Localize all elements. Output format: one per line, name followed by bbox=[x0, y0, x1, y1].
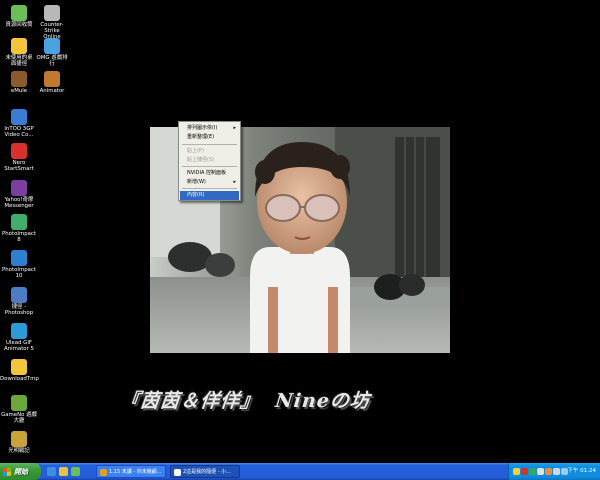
photoimpact-8-icon bbox=[11, 214, 27, 230]
desktop-icon[interactable]: Yahoo!奇摩 Messenger bbox=[0, 180, 38, 209]
context-menu-separator bbox=[182, 166, 237, 167]
photoimpact-10-icon bbox=[11, 250, 27, 266]
context-menu-item[interactable]: 貼上捷徑(S) bbox=[180, 156, 239, 165]
desktop-icon[interactable]: OMG 遊戲排 行 bbox=[33, 38, 71, 67]
desktop-icon-label: PhotoImpact 10 bbox=[1, 267, 37, 279]
desktop-icon[interactable]: 光明戰記 bbox=[0, 431, 38, 454]
desktop-icon-label: GameNo 遊戲 大廳 bbox=[1, 412, 37, 424]
context-menu-separator bbox=[182, 144, 237, 145]
desktop-context-menu: 排列圖示依(I) ▸ 重新整理(E) 貼上(P) 貼上捷徑(S) NVIDIA 控制面板新… bbox=[178, 121, 241, 201]
taskbar-button-label: 1.15 未讀 - 你未機顧... bbox=[109, 469, 162, 475]
folder-icon bbox=[11, 359, 27, 375]
context-menu-item-label: 貼上捷徑(S) bbox=[187, 157, 215, 163]
outlook-icon[interactable] bbox=[59, 467, 68, 476]
desktop-icon[interactable]: 捷徑 - Photoshop bbox=[0, 287, 38, 316]
start-button[interactable]: 開始 bbox=[0, 463, 41, 480]
ie-icon[interactable] bbox=[47, 467, 56, 476]
game-icon bbox=[11, 431, 27, 447]
context-menu-item-label: 重新整理(E) bbox=[187, 134, 215, 140]
desktop-icon[interactable]: PhotoImpact 8 bbox=[0, 214, 38, 243]
tray-icon-3[interactable] bbox=[529, 468, 536, 475]
intoo-video-icon bbox=[11, 109, 27, 125]
photoshop-icon bbox=[11, 287, 27, 303]
ulead-gif-icon bbox=[11, 323, 27, 339]
desktop-icon-label: Yahoo!奇摩 Messenger bbox=[4, 197, 34, 209]
desktop-icon[interactable]: InTOO 3GP Video Co... bbox=[0, 109, 38, 138]
context-menu-item[interactable]: 排列圖示依(I) ▸ bbox=[180, 124, 239, 133]
context-menu-item-label: 貼上(P) bbox=[187, 148, 204, 154]
context-menu-item[interactable]: 重新整理(E) bbox=[180, 133, 239, 142]
desktop-icon-label: DownloadTmp bbox=[0, 376, 39, 382]
desktop-icon[interactable]: GameNo 遊戲 大廳 bbox=[0, 395, 38, 424]
emule-icon bbox=[11, 71, 27, 87]
desktop-icon[interactable]: DownloadTmp bbox=[0, 359, 39, 382]
desktop-icon[interactable]: Nero StartSmart bbox=[0, 143, 38, 172]
context-menu-item[interactable]: 貼上(P) bbox=[180, 147, 239, 156]
desktop-icon-label: InTOO 3GP Video Co... bbox=[4, 126, 34, 138]
context-menu-separator bbox=[182, 188, 237, 189]
volume-icon[interactable] bbox=[553, 468, 560, 475]
taskbar-button[interactable]: 1.15 未讀 - 你未機顧... bbox=[96, 465, 166, 478]
context-menu-item[interactable]: 內容(R) bbox=[180, 191, 239, 200]
desktop-icon[interactable]: Counter-Strike Online bbox=[33, 5, 71, 40]
taskbar: 開始 1.15 未讀 - 你未機顧... 2這是我的隨便 - 小... 下午 01… bbox=[0, 463, 600, 480]
tray-icon-4[interactable] bbox=[537, 468, 544, 475]
counter-strike-icon bbox=[44, 5, 60, 21]
windows-logo-icon bbox=[3, 467, 11, 476]
yahoo-messenger-icon bbox=[11, 180, 27, 196]
start-label: 開始 bbox=[14, 467, 28, 476]
context-menu-item-label: 排列圖示依(I) bbox=[187, 125, 218, 131]
desktop-icon-label: 捷徑 - Photoshop bbox=[4, 304, 34, 316]
desktop-icon-label: PhotoImpact 8 bbox=[1, 231, 37, 243]
messenger-icon bbox=[100, 469, 107, 476]
ie-window-icon bbox=[174, 469, 181, 476]
wallpaper-caption: 『茵茵＆佯佯』 Nineの坊 bbox=[119, 390, 372, 412]
desktop-icon-label: 光明戰記 bbox=[8, 448, 30, 454]
desktop-icon-label: Nero StartSmart bbox=[4, 160, 34, 172]
recycle-bin-icon bbox=[11, 5, 27, 21]
context-menu-item-label: 新增(W) bbox=[187, 179, 206, 185]
submenu-arrow-icon: ▸ bbox=[233, 125, 236, 131]
tray-icon-2[interactable] bbox=[521, 468, 528, 475]
taskbar-button-label: 2這是我的隨便 - 小... bbox=[183, 469, 231, 475]
desktop-icon-label: OMG 遊戲排 行 bbox=[36, 55, 68, 67]
context-menu-item[interactable]: NVIDIA 控制面板 bbox=[180, 169, 239, 178]
tray-icon-5[interactable] bbox=[545, 468, 552, 475]
desktop-icon[interactable]: PhotoImpact 10 bbox=[0, 250, 38, 279]
taskbar-button[interactable]: 2這是我的隨便 - 小... bbox=[170, 465, 240, 478]
animator-icon bbox=[44, 71, 60, 87]
desktop-icon-label: Animator bbox=[39, 88, 65, 94]
nero-icon bbox=[11, 143, 27, 159]
show-desktop-icon[interactable] bbox=[71, 467, 80, 476]
omg-game-icon bbox=[44, 38, 60, 54]
system-tray: 下午 01:24 bbox=[508, 463, 600, 480]
gameno-icon bbox=[11, 395, 27, 411]
desktop-icon[interactable]: Ulead GIF Animator 5 bbox=[0, 323, 38, 352]
folder-icon bbox=[11, 38, 27, 54]
context-menu-item-label: NVIDIA 控制面板 bbox=[187, 170, 226, 176]
clock[interactable]: 下午 01:24 bbox=[567, 463, 596, 480]
tray-icon-1[interactable] bbox=[513, 468, 520, 475]
desktop-icon[interactable]: Animator bbox=[33, 71, 71, 94]
context-menu-item[interactable]: 新增(W) ▸ bbox=[180, 178, 239, 187]
desktop-icon-label: Ulead GIF Animator 5 bbox=[4, 340, 34, 352]
context-menu-item-label: 內容(R) bbox=[187, 192, 205, 198]
submenu-arrow-icon: ▸ bbox=[233, 179, 236, 185]
